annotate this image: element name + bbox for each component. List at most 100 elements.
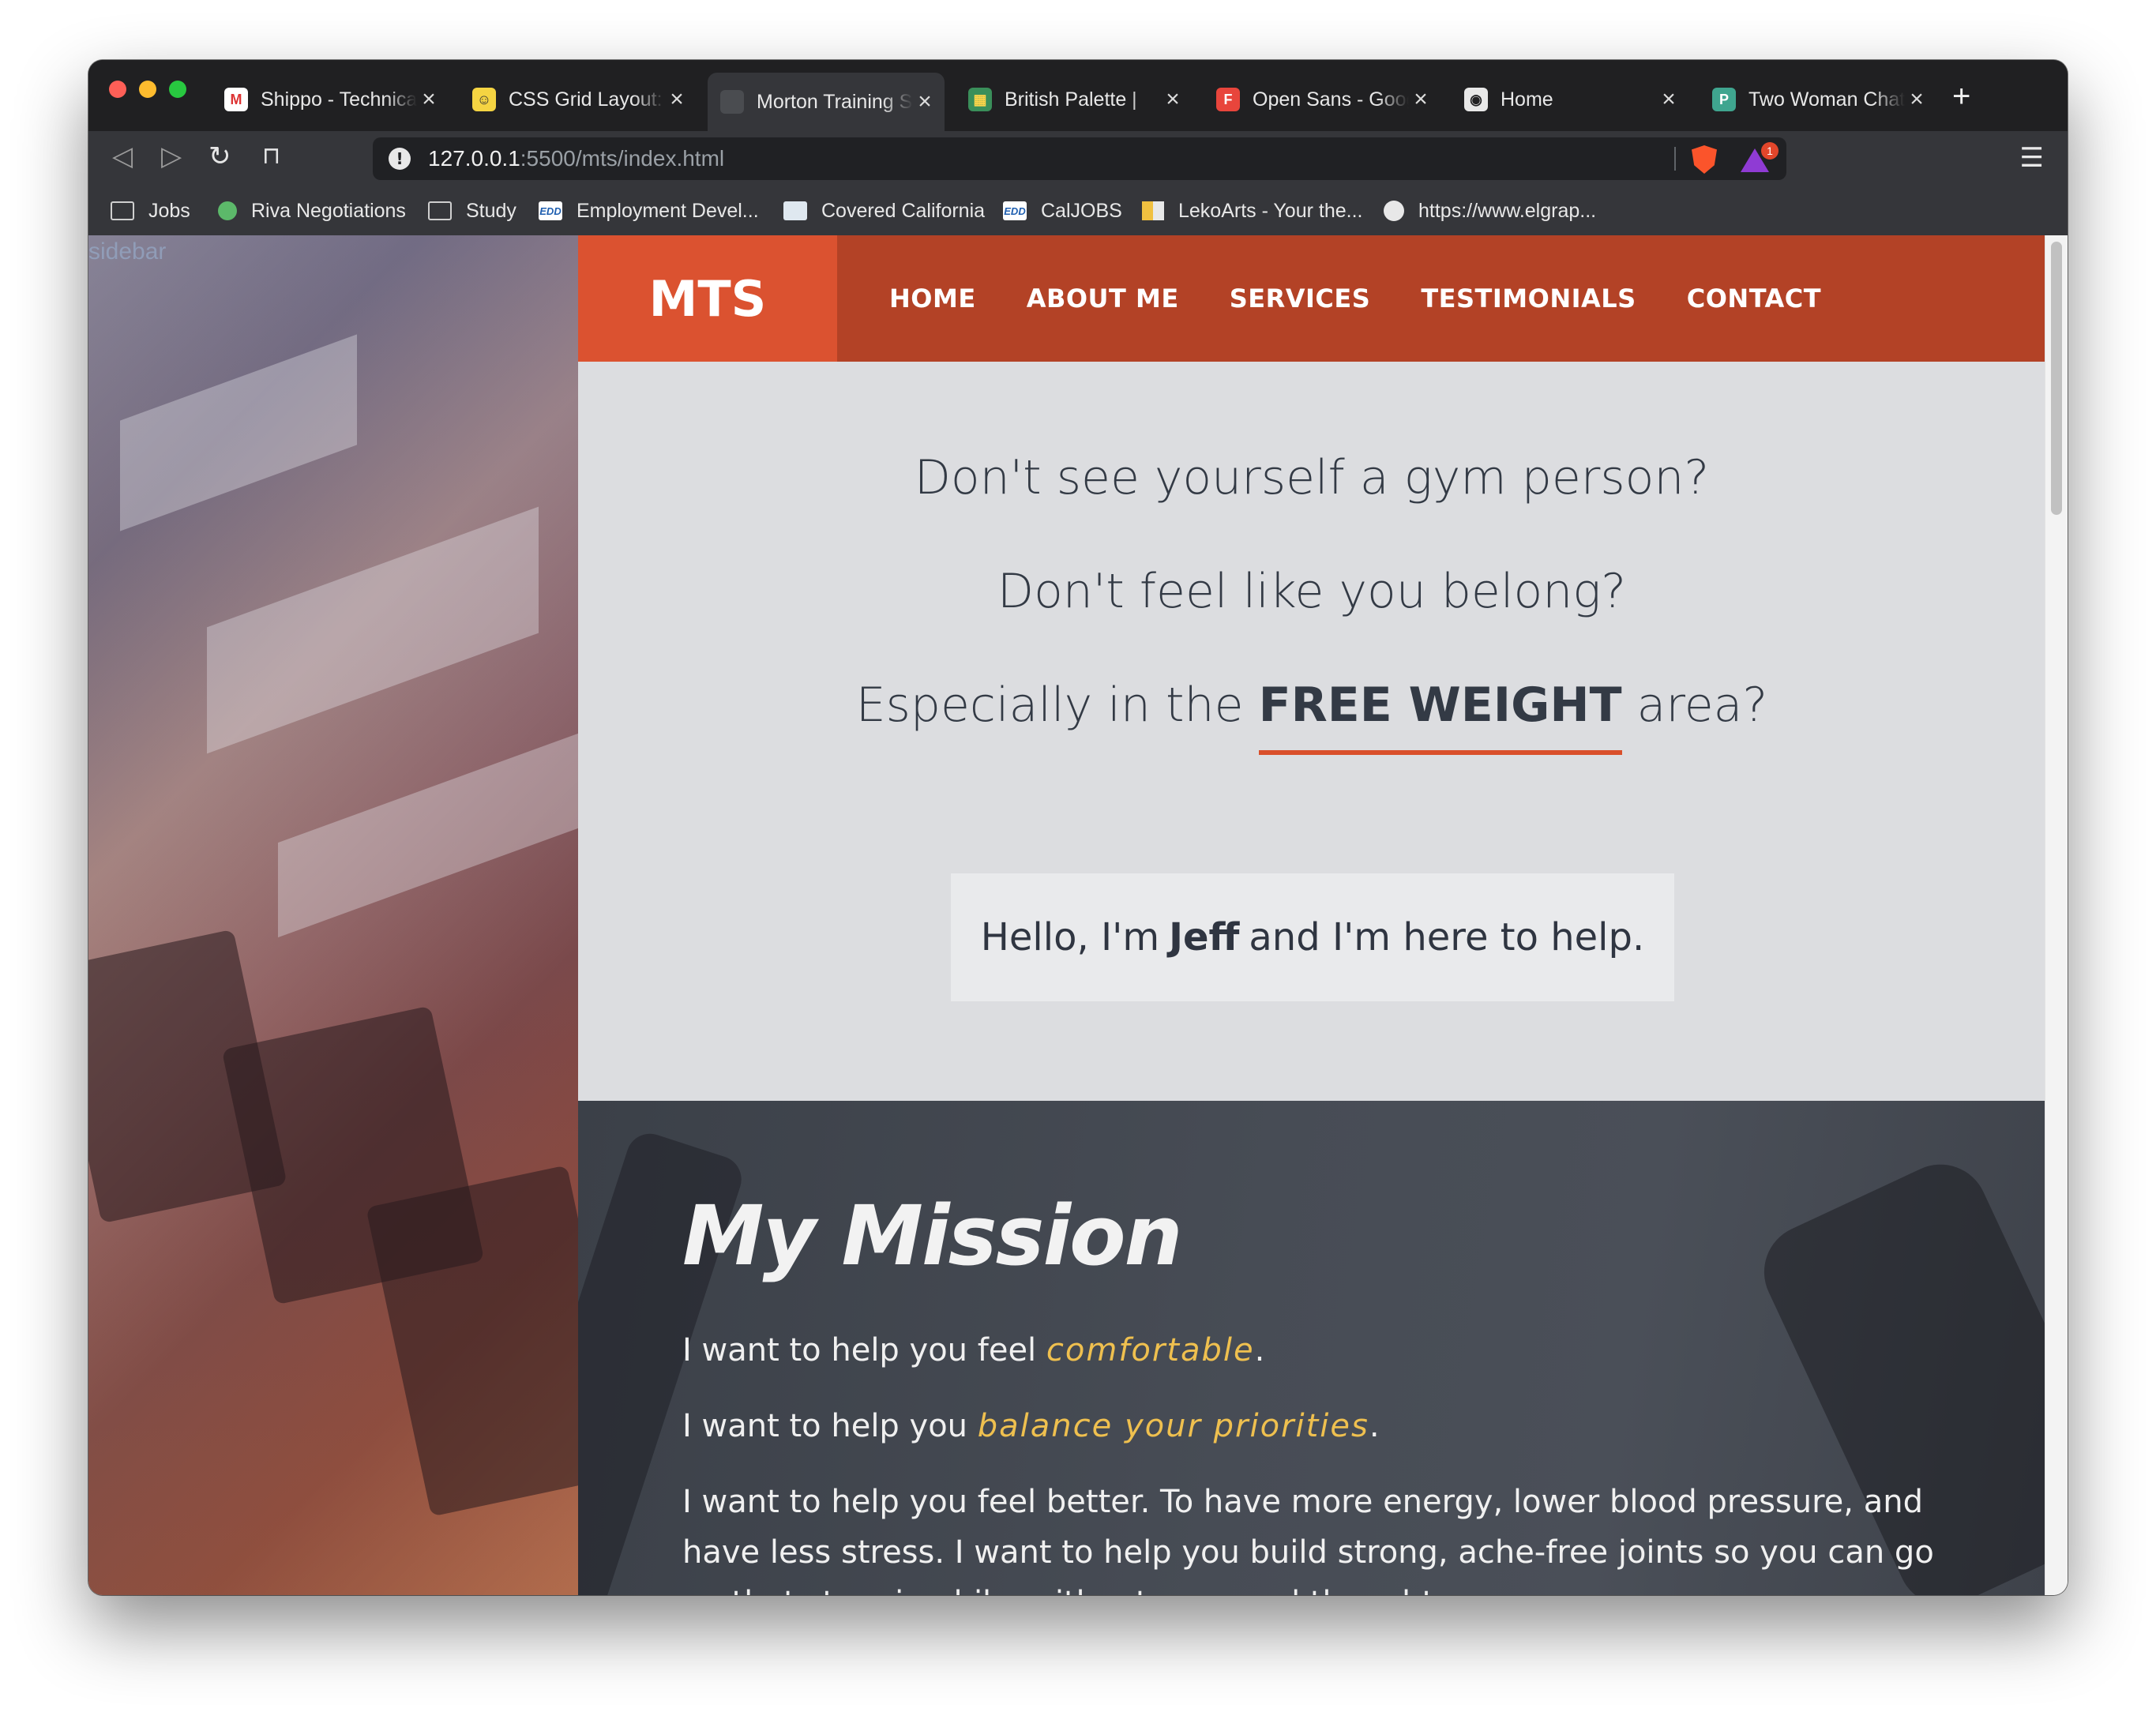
bookmark-icon[interactable]: ⊓ xyxy=(262,142,280,170)
bookmark-label: CalJOBS xyxy=(1041,199,1122,222)
dumbbell-highlight xyxy=(120,334,357,531)
hero-line-3-pre: Especially in the xyxy=(855,678,1244,733)
mission-title: My Mission xyxy=(682,1188,1183,1284)
sidebar-image: sidebar xyxy=(88,235,578,1595)
nav-home[interactable]: HOME xyxy=(889,283,976,313)
tab-close-icon[interactable]: × xyxy=(1161,86,1185,113)
tab-title: Home xyxy=(1501,88,1553,111)
folder-icon xyxy=(428,201,452,220)
page-scrollbar[interactable] xyxy=(2045,235,2068,1595)
browser-tab[interactable]: P Two Woman Chatt × xyxy=(1700,77,1936,122)
forward-icon[interactable]: ▷ xyxy=(161,141,182,172)
site-logo[interactable]: MTS xyxy=(578,235,837,362)
bookmark-study[interactable]: Study xyxy=(428,196,516,226)
bookmark-caljobs[interactable]: EDD CalJOBS xyxy=(1003,196,1122,226)
tab-favicon-icon: P xyxy=(1712,88,1736,111)
browser-toolbar: ◁ ▷ ↻ ⊓ ! 127.0.0.1:5500/mts/index.html … xyxy=(88,131,2068,186)
folder-icon xyxy=(111,201,134,220)
browser-tab[interactable]: ▦ British Palette | × xyxy=(956,77,1193,122)
mission-highlight-comfortable: comfortable xyxy=(1046,1332,1255,1368)
hero-line-3: Especially in the FREE WEIGHT area? xyxy=(578,678,2045,755)
tab-title: Open Sans - Googl xyxy=(1253,88,1409,111)
tab-title: Shippo - Technical xyxy=(261,88,417,111)
hello-post: and I'm here to help. xyxy=(1249,915,1645,959)
bookmark-label: Riva Negotiations xyxy=(251,199,406,222)
tab-title: Two Woman Chatt xyxy=(1748,88,1905,111)
nav-links: HOME ABOUT ME SERVICES TESTIMONIALS CONT… xyxy=(889,235,1821,362)
dumbbell-shape xyxy=(366,1165,578,1517)
browser-tab[interactable]: ☺ CSS Grid Layout: T × xyxy=(460,77,697,122)
intro-callout: Hello, I'm Jeff and I'm here to help. xyxy=(951,873,1674,1001)
page-viewport: sidebar MTS HOME ABOUT ME SERVICES TESTI… xyxy=(88,235,2068,1595)
tab-close-icon[interactable]: × xyxy=(1905,86,1929,113)
bookmark-label: Employment Devel... xyxy=(577,199,759,222)
rewards-badge: 1 xyxy=(1761,142,1779,160)
bookmarks-bar: Jobs Riva Negotiations Study EDD Employme… xyxy=(88,186,2068,236)
bookmark-employment-development[interactable]: EDD Employment Devel... xyxy=(539,196,759,226)
bookmark-covered-california[interactable]: Covered California xyxy=(783,196,985,226)
browser-tab[interactable]: ◉ Home × xyxy=(1452,77,1688,122)
browser-tab[interactable]: F Open Sans - Googl × xyxy=(1204,77,1440,122)
bookmark-jobs[interactable]: Jobs xyxy=(111,196,190,226)
accent-underline xyxy=(1258,750,1622,755)
nav-services[interactable]: SERVICES xyxy=(1230,283,1371,313)
covered-ca-icon xyxy=(783,201,807,220)
tab-favicon-icon: ☺ xyxy=(472,88,496,111)
bookmark-label: https://www.elgrap... xyxy=(1418,199,1597,222)
free-weight-text: FREE WEIGHT xyxy=(1258,678,1622,733)
bookmark-riva-negotiations[interactable]: Riva Negotiations xyxy=(218,196,406,226)
hero-line-3-post: area? xyxy=(1636,678,1768,733)
browser-tab[interactable]: Morton Training Sy × xyxy=(708,73,945,131)
mission-line-2: I want to help you balance your prioriti… xyxy=(682,1401,1962,1451)
hero-section: Don't see yourself a gym person? Don't f… xyxy=(578,362,2045,1101)
new-tab-button[interactable]: + xyxy=(1952,79,1970,115)
nav-about-me[interactable]: ABOUT ME xyxy=(1027,283,1179,313)
mission-line-1: I want to help you feel comfortable. xyxy=(682,1325,1962,1376)
url-text: 127.0.0.1:5500/mts/index.html xyxy=(428,146,724,171)
maximize-window-button[interactable] xyxy=(169,81,186,98)
bookmark-label: Covered California xyxy=(821,199,986,222)
bookmark-lekoarts[interactable]: LekoArts - Your the... xyxy=(1142,196,1362,226)
browser-tab[interactable]: M Shippo - Technical × xyxy=(212,77,449,122)
mission-line-2-pre: I want to help you xyxy=(682,1408,968,1444)
reload-icon[interactable]: ↻ xyxy=(208,141,231,172)
tab-close-icon[interactable]: × xyxy=(913,88,937,115)
url-path: :5500/mts/index.html xyxy=(520,146,725,171)
close-window-button[interactable] xyxy=(109,81,126,98)
tab-close-icon[interactable]: × xyxy=(665,86,689,113)
bookmark-label: LekoArts - Your the... xyxy=(1178,199,1363,222)
nav-testimonials[interactable]: TESTIMONIALS xyxy=(1421,283,1636,313)
nav-contact[interactable]: CONTACT xyxy=(1687,283,1821,313)
tab-close-icon[interactable]: × xyxy=(417,86,441,113)
tab-favicon-icon: ◉ xyxy=(1464,88,1488,111)
bookmark-elgrap[interactable]: https://www.elgrap... xyxy=(1384,196,1596,226)
hero-line-1: Don't see yourself a gym person? xyxy=(914,450,1710,505)
tab-favicon-icon: ▦ xyxy=(968,88,992,111)
minimize-window-button[interactable] xyxy=(139,81,156,98)
site-nav: MTS HOME ABOUT ME SERVICES TESTIMONIALS … xyxy=(578,235,2045,362)
tab-close-icon[interactable]: × xyxy=(1409,86,1433,113)
address-bar[interactable]: ! 127.0.0.1:5500/mts/index.html 1 xyxy=(373,137,1786,180)
mission-line-1-pre: I want to help you feel xyxy=(682,1332,1037,1368)
mission-highlight-priorities: balance your priorities xyxy=(977,1408,1369,1444)
brave-shields-icon[interactable] xyxy=(1692,145,1717,174)
hero-line-2: Don't feel like you belong? xyxy=(997,564,1627,619)
menu-icon[interactable]: ☰ xyxy=(2020,142,2044,174)
url-host: 127.0.0.1 xyxy=(428,146,520,171)
tab-title: Morton Training Sy xyxy=(757,90,913,113)
bookmark-label: Jobs xyxy=(148,199,190,222)
scrollbar-thumb[interactable] xyxy=(2051,242,2062,515)
dumbbell-highlight xyxy=(278,733,578,938)
site-info-icon[interactable]: ! xyxy=(389,148,411,170)
mission-section: My Mission I want to help you feel comfo… xyxy=(578,1101,2045,1595)
back-icon[interactable]: ◁ xyxy=(112,141,133,172)
omnibox-divider xyxy=(1674,147,1676,171)
sidebar-label: sidebar xyxy=(88,238,167,265)
main-content: MTS HOME ABOUT ME SERVICES TESTIMONIALS … xyxy=(578,235,2045,1595)
lekoarts-icon xyxy=(1142,201,1164,220)
tab-favicon-icon xyxy=(720,90,744,114)
hello-name: Jeff xyxy=(1169,915,1240,959)
riva-icon xyxy=(218,201,237,220)
tab-close-icon[interactable]: × xyxy=(1657,86,1681,113)
hello-pre: Hello, I'm xyxy=(980,915,1160,959)
